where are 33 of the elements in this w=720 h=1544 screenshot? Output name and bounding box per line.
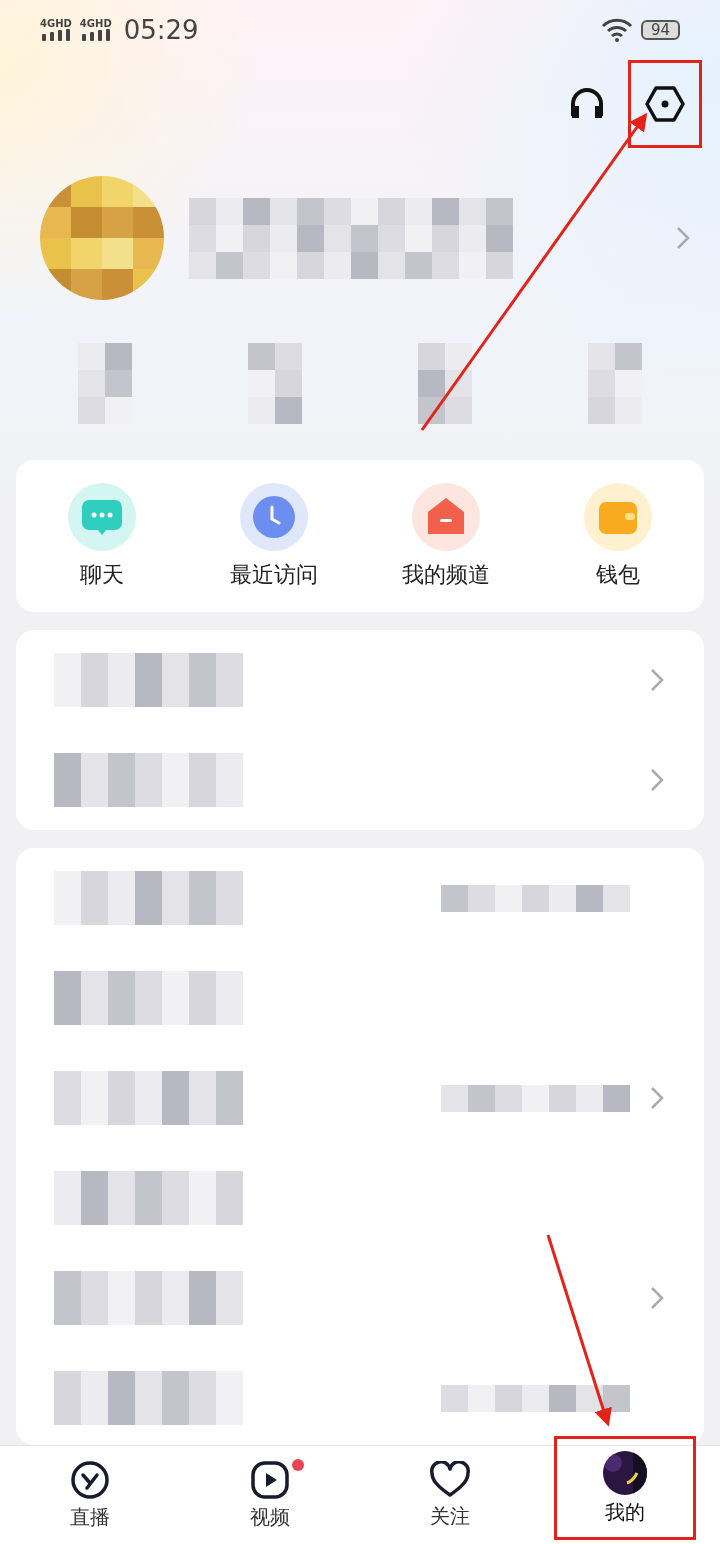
chevron-icon	[650, 1286, 664, 1310]
quick-action[interactable]: 聊天	[16, 460, 188, 612]
battery-level: 94	[640, 20, 680, 40]
quick-action-label: 我的频道	[402, 561, 490, 589]
wifi-icon	[600, 18, 633, 42]
heart-icon	[429, 1460, 471, 1499]
quick-action[interactable]: 钱包	[532, 460, 704, 612]
clock-icon	[239, 482, 309, 552]
settings-button[interactable]	[628, 60, 702, 148]
chevron-icon	[676, 226, 690, 250]
quick-action[interactable]: 最近访问	[188, 460, 360, 612]
chevron-icon	[650, 1086, 664, 1110]
video-icon	[250, 1459, 290, 1500]
chevron-icon	[650, 768, 664, 792]
house-icon	[411, 482, 481, 552]
quick-action-label: 聊天	[80, 561, 124, 589]
network-label: 4GHD	[40, 19, 72, 29]
nav-tab[interactable]: 视频	[180, 1446, 360, 1544]
settings-icon	[645, 86, 685, 122]
quick-action-label: 钱包	[596, 561, 640, 589]
nav-tab[interactable]: 我的	[554, 1436, 696, 1540]
nav-tab[interactable]: 关注	[360, 1446, 540, 1544]
chat-icon	[67, 482, 137, 552]
signal-icon	[80, 29, 111, 41]
wallet-icon	[583, 482, 653, 552]
signal-icon	[40, 29, 71, 41]
chevron-icon	[650, 668, 664, 692]
clock-time: 05:29	[123, 15, 199, 45]
quick-action[interactable]: 我的频道	[360, 460, 532, 612]
network-label: 4GHD	[79, 19, 112, 29]
live-icon	[70, 1459, 110, 1500]
quick-action-label: 最近访问	[230, 561, 318, 589]
nav-tab[interactable]: 直播	[0, 1446, 180, 1544]
